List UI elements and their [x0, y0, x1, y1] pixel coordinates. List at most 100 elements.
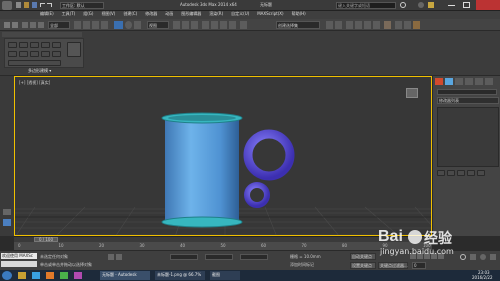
set-key-button[interactable]: 设置关键点: [350, 262, 376, 269]
modify-tab-icon[interactable]: [445, 78, 453, 85]
menu-item[interactable]: 渲染(R): [209, 12, 223, 16]
unlink-icon[interactable]: [30, 22, 36, 28]
maximize-viewport-icon[interactable]: [490, 254, 496, 260]
maximize-icon[interactable]: [463, 2, 470, 8]
taskbar-pinned-4-icon[interactable]: [60, 272, 68, 279]
menu-item[interactable]: 图形编辑器: [181, 12, 201, 16]
rotate-icon[interactable]: [125, 21, 132, 29]
menu-item[interactable]: 编辑(E): [40, 12, 54, 16]
ribbon-button-5[interactable]: [52, 42, 61, 48]
ribbon-button-12[interactable]: [8, 60, 61, 66]
configure-modifier-sets-button[interactable]: [477, 170, 485, 176]
start-button-icon[interactable]: [2, 271, 12, 280]
graphite-toggle-icon[interactable]: [355, 21, 362, 29]
hierarchy-tab-icon[interactable]: [455, 78, 463, 85]
motion-tab-icon[interactable]: [465, 78, 473, 85]
pivot-center-icon[interactable]: [173, 21, 180, 29]
menu-item[interactable]: 帮助(H): [292, 12, 306, 16]
rectangular-selection-icon[interactable]: [92, 21, 99, 29]
current-frame-field[interactable]: 0: [412, 262, 426, 269]
layer-manager-icon[interactable]: [346, 21, 353, 29]
menu-item[interactable]: 创建(C): [123, 12, 137, 16]
ribbon-button-7[interactable]: [19, 51, 28, 57]
open-file-icon[interactable]: [24, 2, 29, 8]
select-by-name-icon[interactable]: [83, 21, 90, 29]
keyboard-shortcut-icon[interactable]: [191, 21, 198, 29]
menu-item[interactable]: 修改器: [145, 12, 157, 16]
make-unique-button[interactable]: [457, 170, 465, 176]
named-selection-set-dropdown[interactable]: 创建选择集: [276, 21, 320, 29]
search-icon[interactable]: [400, 2, 406, 8]
modifier-list-dropdown[interactable]: 修改器列表: [437, 97, 499, 104]
spinner-snap-icon[interactable]: [229, 21, 236, 29]
modifier-stack[interactable]: [437, 107, 499, 167]
link-icon[interactable]: [22, 22, 28, 28]
remove-modifier-button[interactable]: [467, 170, 475, 176]
coordinate-z-field[interactable]: [240, 254, 268, 260]
move-icon[interactable]: [114, 21, 123, 29]
ribbon-button-10[interactable]: [52, 51, 61, 57]
maxscript-listener[interactable]: 欢迎使用 MAXSc: [1, 253, 37, 259]
window-crossing-icon[interactable]: [101, 21, 108, 29]
ribbon-button-8[interactable]: [30, 51, 39, 57]
ribbon-button-2[interactable]: [19, 42, 28, 48]
select-object-icon[interactable]: [74, 21, 81, 29]
add-time-tag[interactable]: 添加时间标记: [290, 263, 314, 267]
selection-filter-dropdown[interactable]: 全部: [48, 21, 70, 29]
taskbar-pinned-1-icon[interactable]: [18, 272, 26, 279]
reference-coordinate-dropdown[interactable]: 视图: [147, 21, 169, 29]
coordinate-y-field[interactable]: [205, 254, 233, 260]
selection-lock-icon[interactable]: [116, 254, 122, 260]
favorites-icon[interactable]: [428, 2, 434, 8]
redo-icon[interactable]: [47, 3, 52, 7]
track-bar[interactable]: 0 10 20 30 40 50 60 70 80 90 100: [14, 242, 432, 250]
ribbon-button-6[interactable]: [8, 51, 17, 57]
snaps-toggle-icon[interactable]: [202, 21, 209, 29]
auto-key-button[interactable]: 自动关键点: [350, 253, 376, 260]
workspace-dropdown[interactable]: 工作区: 默认: [60, 2, 104, 9]
menu-item[interactable]: MAXScript(X): [257, 12, 283, 16]
render-setup-icon[interactable]: [395, 21, 402, 29]
object-name-field[interactable]: [437, 89, 497, 95]
taskbar-pinned-3-icon[interactable]: [46, 272, 54, 279]
scale-icon[interactable]: [134, 21, 141, 29]
perspective-viewport[interactable]: [+] [透视] [真实]: [14, 76, 432, 236]
taskbar-item-photoshop[interactable]: 未标题-1.png @ 66.7%: [155, 271, 205, 280]
ribbon-button-4[interactable]: [41, 42, 50, 48]
key-filters-button[interactable]: 关键点过滤器...: [378, 262, 408, 269]
ribbon-panel-label[interactable]: 多边形建模 ▾: [28, 69, 51, 73]
menu-item[interactable]: 组(G): [83, 12, 93, 16]
show-end-result-button[interactable]: [447, 170, 455, 176]
pin-stack-button[interactable]: [437, 170, 445, 176]
schematic-view-icon[interactable]: [373, 21, 380, 29]
viewport-layout-icon[interactable]: [3, 219, 11, 226]
menu-item[interactable]: 动画: [165, 12, 173, 16]
ribbon-button-11[interactable]: [67, 42, 81, 57]
ribbon-button-9[interactable]: [41, 51, 50, 57]
coordinate-x-field[interactable]: [170, 254, 198, 260]
render-production-icon[interactable]: [413, 21, 420, 29]
material-editor-icon[interactable]: [384, 21, 391, 29]
edit-named-selection-icon[interactable]: [240, 21, 247, 29]
display-tab-icon[interactable]: [475, 78, 483, 85]
curve-editor-icon[interactable]: [364, 21, 371, 29]
create-tab-icon[interactable]: [435, 78, 443, 85]
undo-icon[interactable]: [40, 3, 45, 7]
percent-snap-icon[interactable]: [220, 21, 227, 29]
rendered-frame-window-icon[interactable]: [404, 21, 411, 29]
app-logo-icon[interactable]: [2, 1, 12, 10]
redo-toolbar-icon[interactable]: [12, 22, 18, 28]
minimize-icon[interactable]: [448, 5, 455, 6]
taskbar-pinned-2-icon[interactable]: [32, 272, 40, 279]
select-and-manipulate-icon[interactable]: [182, 21, 189, 29]
isolate-selection-icon[interactable]: [108, 254, 114, 260]
taskbar-item-3dsmax[interactable]: 无标题 - Autodesk: [100, 271, 150, 280]
utilities-tab-icon[interactable]: [485, 78, 493, 85]
ribbon-button-1[interactable]: [8, 42, 17, 48]
help-icon[interactable]: [418, 2, 424, 8]
new-file-icon[interactable]: [16, 2, 21, 8]
close-icon[interactable]: [476, 0, 500, 10]
search-input[interactable]: 键入关键字或短语: [336, 2, 396, 9]
bind-space-warp-icon[interactable]: [38, 22, 44, 28]
scene-explorer-icon[interactable]: [3, 209, 11, 215]
